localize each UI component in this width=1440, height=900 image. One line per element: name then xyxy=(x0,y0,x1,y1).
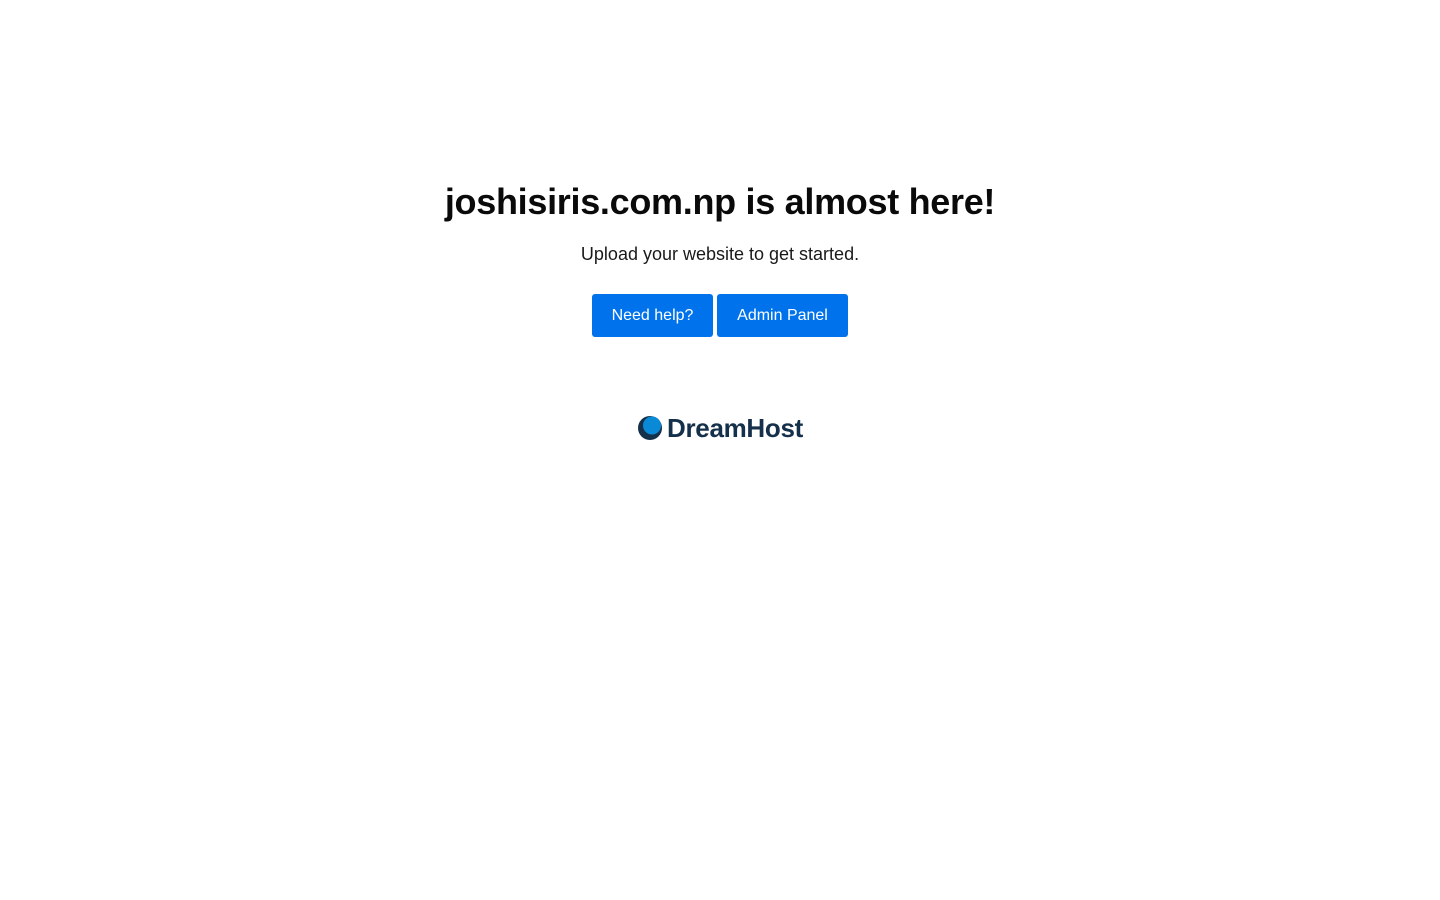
button-group: Need help? Admin Panel xyxy=(0,294,1440,337)
dreamhost-logo[interactable]: DreamHost xyxy=(0,413,1440,443)
main-content: joshisiris.com.np is almost here! Upload… xyxy=(0,176,1440,443)
need-help-button[interactable]: Need help? xyxy=(592,294,713,337)
admin-panel-button[interactable]: Admin Panel xyxy=(717,294,848,337)
page-title: joshisiris.com.np is almost here! xyxy=(444,181,996,222)
dreamhost-moon-icon xyxy=(637,415,663,441)
page-subtitle: Upload your website to get started. xyxy=(580,244,860,264)
page: joshisiris.com.np is almost here! Upload… xyxy=(0,0,1440,900)
brand-name: DreamHost xyxy=(666,413,803,443)
